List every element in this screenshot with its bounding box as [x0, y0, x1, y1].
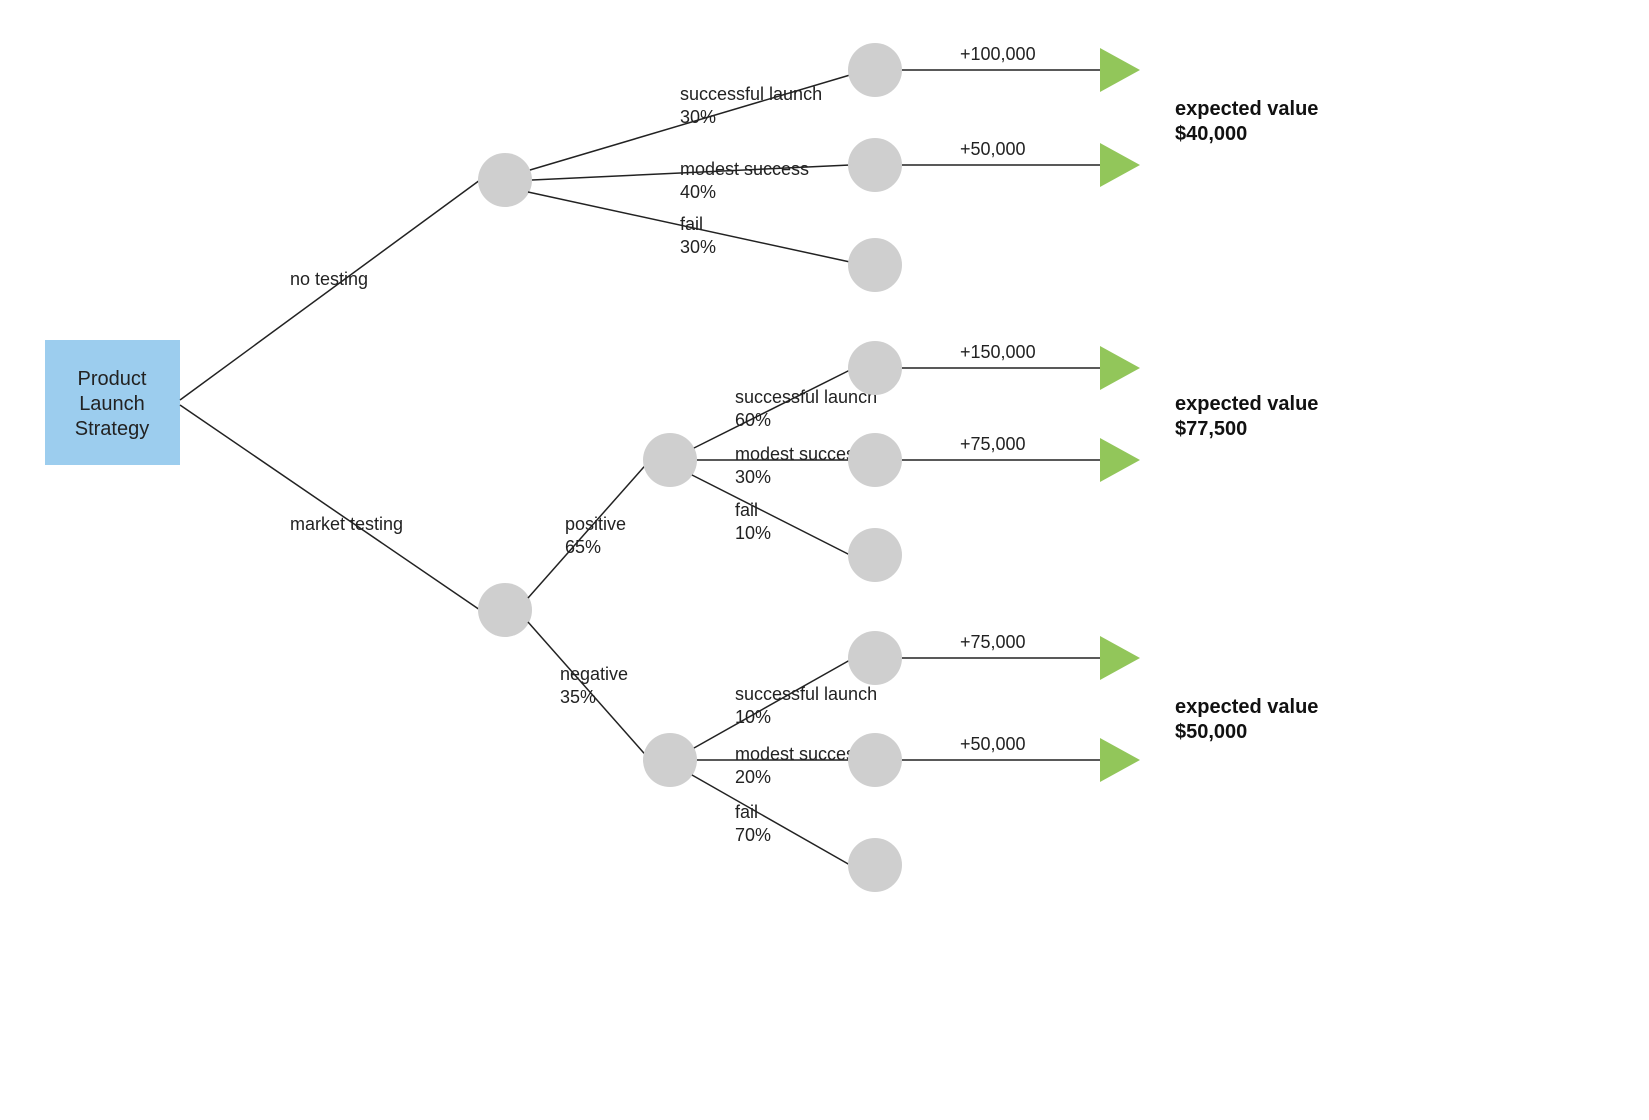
- root-label-line1: Product: [78, 368, 147, 390]
- pos-success-payoff: +150,000: [960, 342, 1036, 362]
- mt-positive-chance-node: [643, 433, 697, 487]
- pos-modest-prob: 30%: [735, 467, 771, 487]
- nt-modest-prob: 40%: [680, 182, 716, 202]
- decision-tree-diagram: Product Launch Strategy no testing marke…: [0, 0, 1649, 1120]
- pos-modest-terminal-icon: [1100, 438, 1140, 482]
- mt-positive-prob: 65%: [565, 537, 601, 557]
- nt-success-prob: 30%: [680, 107, 716, 127]
- mt-negative-chance-node: [643, 733, 697, 787]
- pos-fail-label: fail: [735, 500, 758, 520]
- nt-success-payoff: +100,000: [960, 44, 1036, 64]
- nt-success-node: [848, 43, 902, 97]
- neg-ev-value: $50,000: [1175, 721, 1247, 743]
- nt-success-label: successful launch: [680, 84, 822, 104]
- pos-ev-label: expected value: [1175, 393, 1318, 415]
- mt-negative-prob: 35%: [560, 687, 596, 707]
- edge-neg-success: [694, 660, 850, 748]
- root-label-line2: Launch: [79, 393, 145, 415]
- market-testing-chance-node: [478, 583, 532, 637]
- neg-modest-label: modest success: [735, 744, 864, 764]
- nt-modest-label: modest success: [680, 159, 809, 179]
- nt-modest-payoff: +50,000: [960, 139, 1026, 159]
- pos-success-prob: 60%: [735, 410, 771, 430]
- neg-success-prob: 10%: [735, 707, 771, 727]
- nt-fail-node: [848, 238, 902, 292]
- nt-ev-label: expected value: [1175, 98, 1318, 120]
- pos-success-label: successful launch: [735, 387, 877, 407]
- neg-success-label: successful launch: [735, 684, 877, 704]
- neg-success-node: [848, 631, 902, 685]
- nt-fail-label: fail: [680, 214, 703, 234]
- root-label-line3: Strategy: [75, 418, 149, 440]
- pos-ev-value: $77,500: [1175, 418, 1247, 440]
- branch-market-testing-label: market testing: [290, 514, 403, 534]
- edge-neg-fail: [692, 775, 850, 865]
- nt-modest-node: [848, 138, 902, 192]
- neg-ev-label: expected value: [1175, 696, 1318, 718]
- branch-no-testing-label: no testing: [290, 269, 368, 289]
- neg-fail-prob: 70%: [735, 825, 771, 845]
- mt-positive-label: positive: [565, 514, 626, 534]
- pos-success-terminal-icon: [1100, 346, 1140, 390]
- pos-fail-prob: 10%: [735, 523, 771, 543]
- pos-fail-node: [848, 528, 902, 582]
- pos-modest-label: modest success: [735, 444, 864, 464]
- neg-success-terminal-icon: [1100, 636, 1140, 680]
- neg-modest-prob: 20%: [735, 767, 771, 787]
- neg-fail-label: fail: [735, 802, 758, 822]
- neg-fail-node: [848, 838, 902, 892]
- nt-ev-value: $40,000: [1175, 123, 1247, 145]
- edge-root-market-testing: [180, 405, 480, 610]
- neg-success-payoff: +75,000: [960, 632, 1026, 652]
- no-testing-chance-node: [478, 153, 532, 207]
- pos-success-node: [848, 341, 902, 395]
- nt-modest-terminal-icon: [1100, 143, 1140, 187]
- pos-modest-node: [848, 433, 902, 487]
- neg-modest-terminal-icon: [1100, 738, 1140, 782]
- neg-modest-node: [848, 733, 902, 787]
- edge-pos-success: [694, 370, 850, 448]
- edge-pos-fail: [692, 475, 850, 555]
- nt-success-terminal-icon: [1100, 48, 1140, 92]
- mt-negative-label: negative: [560, 664, 628, 684]
- pos-modest-payoff: +75,000: [960, 434, 1026, 454]
- edge-root-no-testing: [180, 180, 480, 400]
- nt-fail-prob: 30%: [680, 237, 716, 257]
- neg-modest-payoff: +50,000: [960, 734, 1026, 754]
